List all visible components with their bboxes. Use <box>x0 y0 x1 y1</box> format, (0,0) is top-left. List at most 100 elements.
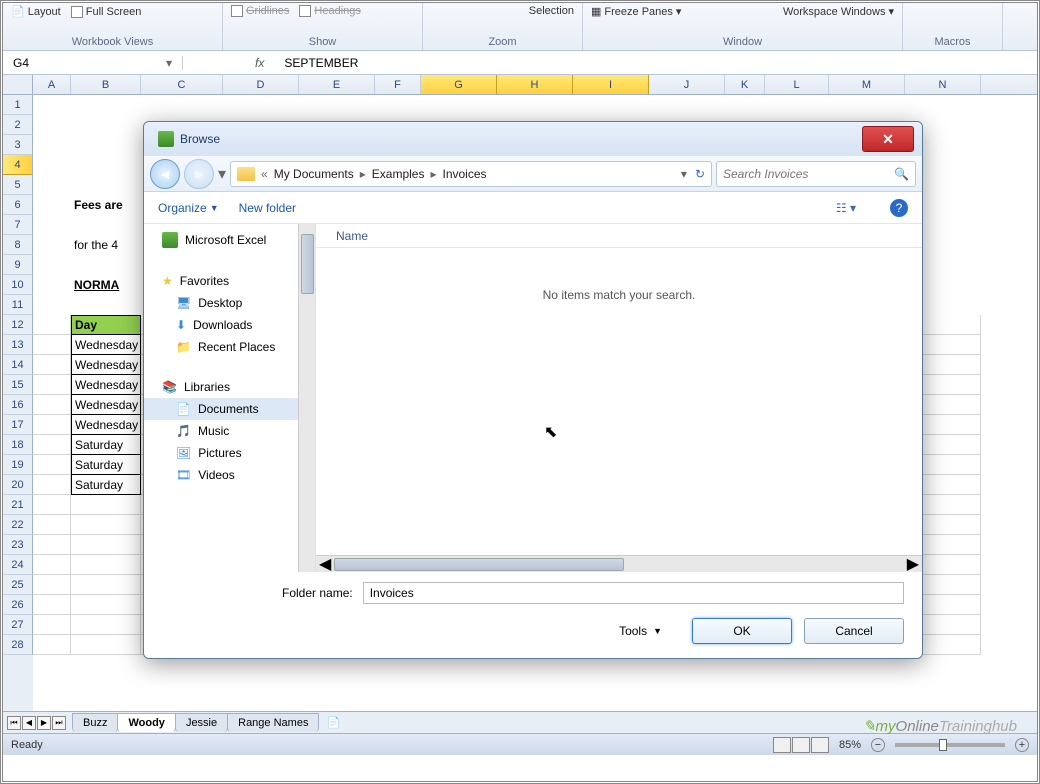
cell-B1[interactable] <box>71 95 141 115</box>
sidebar-videos[interactable]: 🎞Videos <box>144 464 315 486</box>
cell-A26[interactable] <box>33 595 71 615</box>
row-header-2[interactable]: 2 <box>3 115 33 135</box>
files-h-scrollbar[interactable]: ◀ ▶ <box>316 555 922 572</box>
row-header-7[interactable]: 7 <box>3 215 33 235</box>
sidebar-libraries[interactable]: 📚Libraries <box>144 376 315 398</box>
ok-button[interactable]: OK <box>692 618 792 644</box>
col-header-L[interactable]: L <box>765 75 829 94</box>
col-header-F[interactable]: F <box>375 75 421 94</box>
search-box[interactable]: 🔍 <box>716 161 916 187</box>
dropdown-chev-icon[interactable]: ▾ <box>218 164 226 184</box>
zoom-out[interactable]: − <box>871 738 885 752</box>
cell-F1[interactable] <box>375 95 421 115</box>
col-header-M[interactable]: M <box>829 75 905 94</box>
ribbon-gridlines[interactable]: Gridlines <box>231 5 289 17</box>
cell-A16[interactable] <box>33 395 71 415</box>
row-header-13[interactable]: 13 <box>3 335 33 355</box>
bc-mydocs[interactable]: My Documents <box>274 167 354 181</box>
zoom-pct[interactable]: 85% <box>839 739 861 751</box>
cell-B7[interactable] <box>71 215 141 235</box>
col-header-E[interactable]: E <box>299 75 375 94</box>
new-sheet-icon[interactable]: 📄 <box>326 716 340 729</box>
cell-B24[interactable] <box>71 555 141 575</box>
cell-B15[interactable]: Wednesday <box>71 375 141 395</box>
sidebar-favorites[interactable]: ★Favorites <box>144 270 315 292</box>
sidebar-recent-places[interactable]: 📁Recent Places <box>144 336 315 358</box>
ribbon-zoom-selection[interactable]: Selection <box>529 5 574 17</box>
cell-H1[interactable] <box>497 95 573 115</box>
col-header-J[interactable]: J <box>649 75 725 94</box>
cell-B5[interactable] <box>71 175 141 195</box>
help-icon[interactable]: ? <box>890 199 908 217</box>
formula-input[interactable] <box>276 56 1037 70</box>
cell-N1[interactable] <box>905 95 981 115</box>
cell-B13[interactable]: Wednesday <box>71 335 141 355</box>
bc-invoices[interactable]: Invoices <box>443 167 487 181</box>
cell-A14[interactable] <box>33 355 71 375</box>
cell-A15[interactable] <box>33 375 71 395</box>
cell-A11[interactable] <box>33 295 71 315</box>
name-box[interactable]: G4▾ <box>3 56 183 70</box>
cell-B27[interactable] <box>71 615 141 635</box>
fx-icon[interactable]: fx <box>243 56 276 70</box>
cell-I1[interactable] <box>573 95 649 115</box>
col-header-I[interactable]: I <box>573 75 649 94</box>
cell-B10[interactable]: NORMA <box>71 275 141 295</box>
row-header-4[interactable]: 4 <box>3 155 33 175</box>
sidebar-desktop[interactable]: 🖥Desktop <box>144 292 315 314</box>
row-header-16[interactable]: 16 <box>3 395 33 415</box>
zoom-slider[interactable] <box>895 743 1005 747</box>
close-button[interactable]: ✕ <box>862 126 914 152</box>
cell-A13[interactable] <box>33 335 71 355</box>
cell-B16[interactable]: Wednesday <box>71 395 141 415</box>
row-header-19[interactable]: 19 <box>3 455 33 475</box>
cell-A1[interactable] <box>33 95 71 115</box>
cell-B20[interactable]: Saturday <box>71 475 141 495</box>
col-header-A[interactable]: A <box>33 75 71 94</box>
cell-K1[interactable] <box>725 95 765 115</box>
ribbon-full-screen[interactable]: Full Screen <box>71 6 142 18</box>
search-icon[interactable]: 🔍 <box>894 167 909 181</box>
cell-A9[interactable] <box>33 255 71 275</box>
cell-A19[interactable] <box>33 455 71 475</box>
row-header-17[interactable]: 17 <box>3 415 33 435</box>
zoom-in[interactable]: + <box>1015 738 1029 752</box>
folder-name-input[interactable] <box>363 582 904 604</box>
new-folder-button[interactable]: New folder <box>239 201 296 215</box>
cell-A12[interactable] <box>33 315 71 335</box>
sidebar-scrollbar[interactable] <box>298 224 315 572</box>
ribbon-freeze-panes[interactable]: ▦ Freeze Panes ▾ <box>591 5 681 18</box>
row-header-21[interactable]: 21 <box>3 495 33 515</box>
cell-B12[interactable]: Day <box>71 315 141 335</box>
row-header-14[interactable]: 14 <box>3 355 33 375</box>
cell-M1[interactable] <box>829 95 905 115</box>
cell-B28[interactable] <box>71 635 141 655</box>
cell-A24[interactable] <box>33 555 71 575</box>
ribbon-workspace-windows[interactable]: Workspace Windows ▾ <box>783 5 894 18</box>
row-header-9[interactable]: 9 <box>3 255 33 275</box>
cell-B23[interactable] <box>71 535 141 555</box>
sheet-tab-range-names[interactable]: Range Names <box>227 713 319 732</box>
cell-A5[interactable] <box>33 175 71 195</box>
files-column-name[interactable]: Name <box>316 224 922 248</box>
cell-G1[interactable] <box>421 95 497 115</box>
cell-A18[interactable] <box>33 435 71 455</box>
row-header-10[interactable]: 10 <box>3 275 33 295</box>
sidebar-documents[interactable]: 📄Documents <box>144 398 315 420</box>
cell-B14[interactable]: Wednesday <box>71 355 141 375</box>
cell-B9[interactable] <box>71 255 141 275</box>
row-header-27[interactable]: 27 <box>3 615 33 635</box>
cell-A4[interactable] <box>33 155 71 175</box>
cell-A22[interactable] <box>33 515 71 535</box>
cell-E1[interactable] <box>299 95 375 115</box>
row-header-15[interactable]: 15 <box>3 375 33 395</box>
cell-A3[interactable] <box>33 135 71 155</box>
view-page-layout[interactable] <box>792 737 810 753</box>
row-header-26[interactable]: 26 <box>3 595 33 615</box>
row-header-20[interactable]: 20 <box>3 475 33 495</box>
sheet-tab-jessie[interactable]: Jessie <box>175 713 228 732</box>
back-button[interactable]: ◄ <box>150 159 180 189</box>
cell-A28[interactable] <box>33 635 71 655</box>
row-header-12[interactable]: 12 <box>3 315 33 335</box>
row-header-6[interactable]: 6 <box>3 195 33 215</box>
